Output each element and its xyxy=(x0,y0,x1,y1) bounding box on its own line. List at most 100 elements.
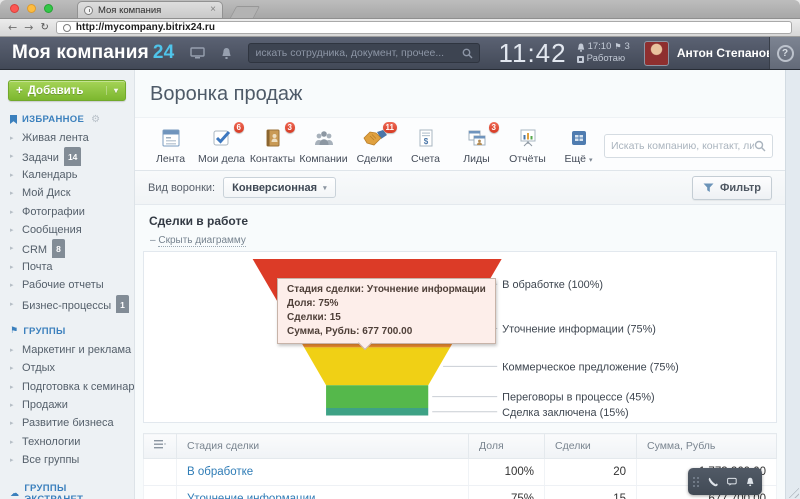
reports-chart-icon xyxy=(516,127,540,149)
communications-widget[interactable] xyxy=(688,468,762,495)
help-button[interactable]: ? xyxy=(777,45,794,62)
favorites-header: ИЗБРАННОЕ ⚙ xyxy=(10,114,124,125)
tooltip-stage: Стадия сделки: Уточнение информации xyxy=(287,283,486,297)
tab-invoices[interactable]: $ Счета xyxy=(400,125,451,165)
funnel-chart: В обработке (100%)Уточнение информации (… xyxy=(143,251,777,423)
tab-feed[interactable]: Лента xyxy=(145,125,196,165)
hamburger-icon xyxy=(154,440,166,449)
sidebar-item-sales[interactable]: ▸Продажи xyxy=(0,396,134,414)
employee-search-input[interactable] xyxy=(255,47,462,59)
more-grid-icon xyxy=(567,127,591,149)
funnel-segment[interactable] xyxy=(304,347,450,385)
back-button[interactable]: ← xyxy=(8,22,17,33)
filter-button[interactable]: Фильтр xyxy=(692,176,772,200)
url-field[interactable]: http://mycompany.bitrix24.ru xyxy=(56,21,792,34)
sidebar-item-feed[interactable]: ▸Живая лента xyxy=(0,129,134,147)
favicon xyxy=(84,6,93,15)
sidebar-item-marketing[interactable]: ▸Маркетинг и реклама xyxy=(0,341,134,359)
sidebar-item-tasks[interactable]: ▸Задачи14 xyxy=(0,147,134,165)
funnel-stage-label: Переговоры в процессе (45%) xyxy=(502,392,654,404)
funnel-view-dropdown[interactable]: Конверсионная ▾ xyxy=(223,177,335,198)
funnel-stage-label: Уточнение информации (75%) xyxy=(502,323,656,335)
col-sum[interactable]: Сумма, Рубль xyxy=(637,434,777,459)
sidebar-item-business-processes[interactable]: ▸Бизнес-процессы1 xyxy=(0,295,134,313)
browser-tab-bar: Моя компания × xyxy=(0,0,800,19)
crm-search-input[interactable] xyxy=(611,140,754,152)
cloud-icon: ☁ xyxy=(10,489,19,499)
phone-icon[interactable] xyxy=(708,475,718,489)
add-button[interactable]: + Добавить ▾ xyxy=(8,80,126,101)
tab-title: Моя компания xyxy=(98,5,205,16)
tab-badge: 3 xyxy=(489,122,499,133)
search-icon[interactable] xyxy=(462,48,473,59)
sidebar-item-my-disk[interactable]: ▸Мой Диск xyxy=(0,184,134,202)
tab-more[interactable]: Ещё ▾ xyxy=(553,125,604,165)
sidebar-item-messages[interactable]: ▸Сообщения xyxy=(0,221,134,239)
section-title: Сделки в работе xyxy=(149,214,785,228)
hide-chart-link[interactable]: – Скрыть диаграмму xyxy=(150,235,246,246)
forward-button[interactable]: → xyxy=(24,22,33,33)
sidebar-item-rest[interactable]: ▸Отдых xyxy=(0,359,134,377)
status-stop-icon[interactable] xyxy=(577,56,584,63)
company-logo[interactable]: Моя компания24 xyxy=(12,42,174,64)
sidebar-item-biz-dev[interactable]: ▸Развитие бизнеса xyxy=(0,414,134,432)
work-clock[interactable]: 11:42 xyxy=(498,38,566,69)
user-name[interactable]: Антон Степанов xyxy=(677,46,774,60)
chat-icon[interactable] xyxy=(727,476,737,488)
tab-contacts[interactable]: 3 Контакты xyxy=(247,125,298,165)
close-window-button[interactable] xyxy=(10,4,19,13)
caret-down-icon: ▾ xyxy=(106,86,118,95)
tab-badge: 3 xyxy=(285,122,295,133)
sidebar-item-seminar[interactable]: ▸Подготовка к семинару... xyxy=(0,378,134,396)
tab-leads[interactable]: 3 Лиды xyxy=(451,125,502,165)
status-label[interactable]: Работаю xyxy=(587,53,625,65)
new-tab-button[interactable] xyxy=(230,6,260,18)
tab-deals[interactable]: 11 Сделки xyxy=(349,125,400,165)
reload-button[interactable]: ↻ xyxy=(40,23,48,33)
page-scrollbar[interactable] xyxy=(785,70,800,499)
zoom-window-button[interactable] xyxy=(44,4,53,13)
bell-icon[interactable] xyxy=(746,475,754,489)
favorites-list: ▸Живая лента ▸Задачи14 ▸Календарь ▸Мой Д… xyxy=(0,129,134,313)
sidebar: + Добавить ▾ ИЗБРАННОЕ ⚙ ▸Живая лента ▸З… xyxy=(0,70,135,499)
funnel-segment[interactable] xyxy=(326,385,428,408)
tab-my-activities[interactable]: 6 Мои дела xyxy=(196,125,247,165)
minimize-window-button[interactable] xyxy=(27,4,36,13)
table-row: В обработке 100% 20 1 773 260.00 xyxy=(144,459,777,486)
desktop-app-icon[interactable] xyxy=(190,47,205,59)
employee-search-box xyxy=(248,43,480,63)
notifications-bell-icon[interactable] xyxy=(221,47,232,60)
sidebar-item-mail[interactable]: ▸Почта xyxy=(0,258,134,276)
col-deals[interactable]: Сделки xyxy=(545,434,637,459)
gear-icon[interactable]: ⚙ xyxy=(91,114,100,125)
plus-icon: + xyxy=(16,85,23,97)
tab-reports[interactable]: Отчёты xyxy=(502,125,553,165)
tab-companies[interactable]: Компании xyxy=(298,125,349,165)
view-label: Вид воронки: xyxy=(148,182,215,194)
page-title: Воронка продаж xyxy=(135,70,785,117)
sidebar-item-photos[interactable]: ▸Фотографии xyxy=(0,203,134,221)
sidebar-item-crm[interactable]: ▸CRM8 xyxy=(0,239,134,257)
sidebar-item-calendar[interactable]: ▸Календарь xyxy=(0,166,134,184)
search-icon[interactable] xyxy=(754,140,766,152)
funnel-stage-label: Сделка заключена (15%) xyxy=(502,407,628,419)
sidebar-item-technologies[interactable]: ▸Технологии xyxy=(0,433,134,451)
col-share[interactable]: Доля xyxy=(469,434,545,459)
drag-handle[interactable] xyxy=(693,477,699,487)
browser-tab[interactable]: Моя компания × xyxy=(77,1,223,18)
stage-link[interactable]: В обработке xyxy=(187,466,253,478)
stage-link[interactable]: Уточнение информации xyxy=(187,493,315,499)
help-strip: ? xyxy=(769,37,800,69)
tab-close-icon[interactable]: × xyxy=(210,5,216,15)
table-menu-cell[interactable] xyxy=(144,434,177,459)
sidebar-item-all-groups[interactable]: ▸Все группы xyxy=(0,451,134,469)
avatar[interactable] xyxy=(644,41,669,66)
col-stage[interactable]: Стадия сделки xyxy=(177,434,469,459)
flag-icon: ⚑ xyxy=(614,41,621,53)
window-controls xyxy=(0,4,63,18)
extranet-header[interactable]: ☁ ГРУППЫ ЭКСТРАНЕТ xyxy=(10,483,124,499)
sidebar-item-work-reports[interactable]: ▸Рабочие отчеты xyxy=(0,276,134,294)
flag-icon: ⚑ xyxy=(10,326,18,336)
collapse-icon: – xyxy=(150,235,156,246)
funnel-segment[interactable] xyxy=(326,408,428,416)
